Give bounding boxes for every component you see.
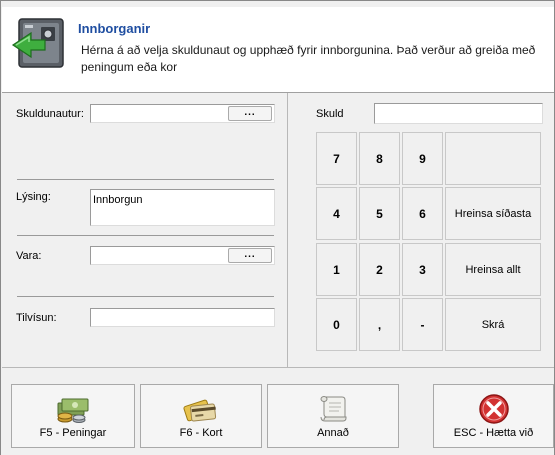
dialog-description: Hérna á að velja skuldunaut og upphæð fy…: [81, 43, 536, 74]
other-label: Annað: [317, 427, 349, 439]
key-minus[interactable]: -: [402, 298, 443, 351]
separator-3: [17, 296, 274, 297]
separator-1: [17, 179, 274, 180]
separator-2: [17, 235, 274, 236]
key-4[interactable]: 4: [316, 187, 357, 240]
lysing-input[interactable]: Innborgun: [90, 189, 275, 226]
cash-payment-button[interactable]: F5 - Peningar: [11, 384, 135, 448]
skuld-label: Skuld: [316, 108, 344, 120]
cash-icon: [57, 398, 89, 423]
clear-all-button[interactable]: Hreinsa allt: [445, 243, 541, 296]
empty-key: [445, 132, 541, 185]
vara-browse-button[interactable]: ...: [228, 248, 272, 263]
tilvisun-label: Tilvísun:: [16, 312, 57, 324]
footer-bar: F5 - Peningar F6 - Kort Annað ESC - Hætt…: [2, 367, 555, 455]
key-9[interactable]: 9: [402, 132, 443, 185]
cash-payment-label: F5 - Peningar: [39, 427, 107, 439]
submit-button[interactable]: Skrá: [445, 298, 541, 351]
skuld-input[interactable]: [374, 103, 543, 124]
dialog-title: Innborganir: [78, 21, 151, 36]
safe-icon: [11, 18, 64, 68]
key-3[interactable]: 3: [402, 243, 443, 296]
key-1[interactable]: 1: [316, 243, 357, 296]
cancel-label: ESC - Hætta við: [453, 427, 534, 439]
payment-dialog: Innborganir Hérna á að velja skuldunaut …: [0, 0, 555, 455]
key-5[interactable]: 5: [359, 187, 400, 240]
credit-cards-icon: [183, 399, 217, 422]
clear-last-button[interactable]: Hreinsa síðasta: [445, 187, 541, 240]
skuldunautur-label: Skuldunautur:: [16, 108, 84, 120]
cancel-button[interactable]: ESC - Hætta við: [433, 384, 554, 448]
customer-form-panel: Skuldunautur: ... Lýsing: Innborgun Vara…: [2, 93, 286, 367]
tilvisun-input[interactable]: [90, 308, 275, 327]
card-payment-label: F6 - Kort: [179, 427, 223, 439]
lysing-label: Lýsing:: [16, 191, 51, 203]
key-2[interactable]: 2: [359, 243, 400, 296]
dialog-header: Innborganir Hérna á að velja skuldunaut …: [2, 7, 555, 93]
vara-label: Vara:: [16, 250, 42, 262]
scroll-icon: [320, 396, 347, 422]
key-comma[interactable]: ,: [359, 298, 400, 351]
keypad-panel: Skuld 7 8 9 4 5 6 Hreinsa síðasta 1 2 3 …: [287, 93, 555, 367]
skuldunautur-browse-button[interactable]: ...: [228, 106, 272, 121]
card-payment-button[interactable]: F6 - Kort: [140, 384, 262, 448]
key-7[interactable]: 7: [316, 132, 357, 185]
key-8[interactable]: 8: [359, 132, 400, 185]
cancel-icon: [478, 394, 509, 424]
key-0[interactable]: 0: [316, 298, 357, 351]
key-6[interactable]: 6: [402, 187, 443, 240]
other-button[interactable]: Annað: [267, 384, 399, 448]
